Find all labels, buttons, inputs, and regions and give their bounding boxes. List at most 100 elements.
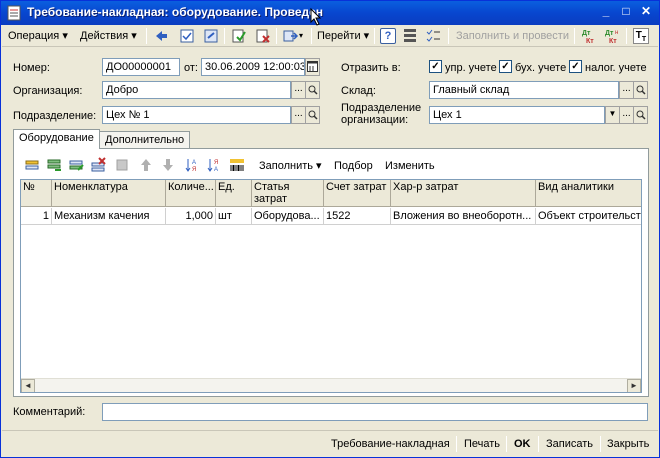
refresh-icon[interactable]	[203, 28, 219, 44]
magnifier-icon	[636, 110, 646, 120]
table-cell[interactable]: 1,000	[166, 208, 216, 225]
unpost-document-icon[interactable]	[255, 28, 271, 44]
department-open-button[interactable]	[305, 106, 320, 124]
structure-icon[interactable]	[402, 28, 418, 44]
column-header-quantity[interactable]: Количе...	[166, 180, 216, 207]
dt-kt-movements-icon[interactable]: Дт н Кт	[605, 28, 621, 44]
number-field[interactable]: ДО00000001	[102, 58, 180, 76]
org-department-dropdown-button[interactable]: ▼	[605, 106, 620, 124]
sort-descending-icon[interactable]: ЯA	[206, 157, 222, 173]
org-department-field[interactable]: Цех 1	[429, 106, 605, 124]
edit-row-icon[interactable]	[68, 157, 84, 173]
sort-ascending-icon[interactable]: AЯ	[184, 157, 200, 173]
add-row-icon[interactable]	[24, 157, 40, 173]
column-header-analytics-type[interactable]: Вид аналитики	[536, 180, 641, 207]
table-cell[interactable]: Вложения во внеоборотн...	[391, 208, 536, 225]
reflect-label: Отразить в:	[341, 62, 401, 74]
table-cell[interactable]: Объект строительст	[536, 208, 641, 225]
barcode-icon[interactable]	[229, 157, 245, 173]
toolbar-separator	[311, 28, 312, 44]
toolbar-separator	[626, 28, 627, 44]
toolbar-separator	[276, 28, 277, 44]
operation-menu[interactable]: Операция ▾	[8, 27, 68, 45]
toolbar-separator	[374, 28, 375, 44]
dt-kt-icon[interactable]: ДтКт	[581, 28, 597, 44]
maximize-button[interactable]: □	[617, 4, 635, 21]
mgmt-accounting-checkbox[interactable]: ✓	[429, 60, 442, 73]
tab-additional[interactable]: Дополнительно	[99, 131, 191, 149]
organization-label: Организация:	[13, 85, 83, 97]
save-button[interactable]: Записать	[546, 435, 593, 453]
table-cell[interactable]: 1522	[324, 208, 391, 225]
magnifier-icon	[636, 85, 646, 95]
svg-text:A: A	[214, 167, 218, 173]
table-cell[interactable]: шт	[216, 208, 252, 225]
date-field[interactable]: 30.06.2009 12:00:03	[201, 58, 305, 76]
organization-field[interactable]: Добро	[102, 81, 291, 99]
change-button[interactable]: Изменить	[385, 157, 435, 175]
back-arrow-icon[interactable]	[153, 28, 169, 44]
column-header-nomenclature[interactable]: Номенклатура	[52, 180, 166, 207]
based-on-icon[interactable]	[283, 28, 299, 44]
bottom-separator	[506, 436, 507, 452]
warehouse-field[interactable]: Главный склад	[429, 81, 619, 99]
warehouse-label: Склад:	[341, 85, 376, 97]
column-header-unit[interactable]: Ед.	[216, 180, 252, 207]
fill-and-post-button[interactable]: Заполнить и провести	[456, 27, 569, 45]
organization-open-button[interactable]	[305, 81, 320, 99]
minimize-button[interactable]: _	[597, 4, 615, 21]
goto-menu[interactable]: Перейти ▾	[317, 27, 369, 45]
end-edit-icon	[116, 159, 128, 171]
column-header-cost-item[interactable]: Статья затрат	[252, 180, 324, 207]
tax-accounting-checkbox[interactable]: ✓	[569, 60, 582, 73]
department-select-button[interactable]: ...	[291, 106, 306, 124]
post-document-icon[interactable]	[231, 28, 247, 44]
list-check-icon[interactable]	[425, 28, 441, 44]
department-field[interactable]: Цех № 1	[102, 106, 291, 124]
horizontal-scrollbar[interactable]: ◄ ►	[21, 378, 641, 392]
equipment-table[interactable]: № Номенклатура Количе... Ед. Статья затр…	[20, 179, 642, 393]
scroll-right-button[interactable]: ►	[627, 379, 641, 392]
title-bar[interactable]: Требование-накладная: оборудование. Пров…	[1, 1, 659, 25]
toolbar-separator	[448, 28, 449, 44]
tab-equipment[interactable]: Оборудование	[13, 129, 100, 149]
select-button[interactable]: Подбор	[334, 157, 373, 175]
column-header-number[interactable]: №	[21, 180, 52, 207]
actions-menu[interactable]: Действия ▾	[80, 27, 137, 45]
print-button[interactable]: Печать	[464, 435, 500, 453]
scroll-left-button[interactable]: ◄	[21, 379, 35, 392]
help-icon[interactable]: ?	[380, 28, 396, 44]
print-form-button[interactable]: Требование-накладная	[331, 435, 450, 453]
svg-text:Кт: Кт	[586, 38, 594, 44]
close-button[interactable]: Закрыть	[607, 435, 649, 453]
text-format-icon[interactable]: TT	[633, 28, 649, 44]
svg-text:Дт: Дт	[582, 30, 591, 37]
column-header-cost-account[interactable]: Счет затрат	[324, 180, 391, 207]
mgmt-accounting-label: упр. учете	[445, 62, 497, 74]
toolbar-separator	[224, 28, 225, 44]
org-department-open-button[interactable]	[633, 106, 648, 124]
organization-select-button[interactable]: ...	[291, 81, 306, 99]
grid-toolbar-separator	[251, 158, 252, 174]
toolbar-separator	[146, 28, 147, 44]
org-department-select-button[interactable]: ...	[619, 106, 634, 124]
comment-field[interactable]	[102, 403, 648, 421]
move-down-icon	[163, 159, 173, 171]
equipment-tab-panel: AЯ ЯA Заполнить ▾ Подбор Изменить № Номе…	[13, 148, 649, 397]
based-on-dropdown[interactable]: ▾	[299, 27, 303, 45]
book-accounting-checkbox[interactable]: ✓	[499, 60, 512, 73]
copy-row-icon[interactable]	[46, 157, 62, 173]
warehouse-select-button[interactable]: ...	[619, 81, 634, 99]
ok-button[interactable]: OK	[514, 435, 531, 453]
calendar-edit-icon[interactable]	[179, 28, 195, 44]
delete-row-icon[interactable]	[90, 157, 106, 173]
fill-menu[interactable]: Заполнить ▾	[259, 157, 322, 175]
table-cell[interactable]: 1	[21, 208, 52, 225]
org-department-label-line2: организации:	[341, 114, 409, 126]
calendar-button[interactable]	[305, 58, 320, 76]
column-header-cost-nature[interactable]: Хар-р затрат	[391, 180, 536, 207]
close-window-button[interactable]: ✕	[637, 4, 655, 21]
warehouse-open-button[interactable]	[633, 81, 648, 99]
table-cell[interactable]: Оборудова...	[252, 208, 324, 225]
table-cell[interactable]: Механизм качения	[52, 208, 166, 225]
